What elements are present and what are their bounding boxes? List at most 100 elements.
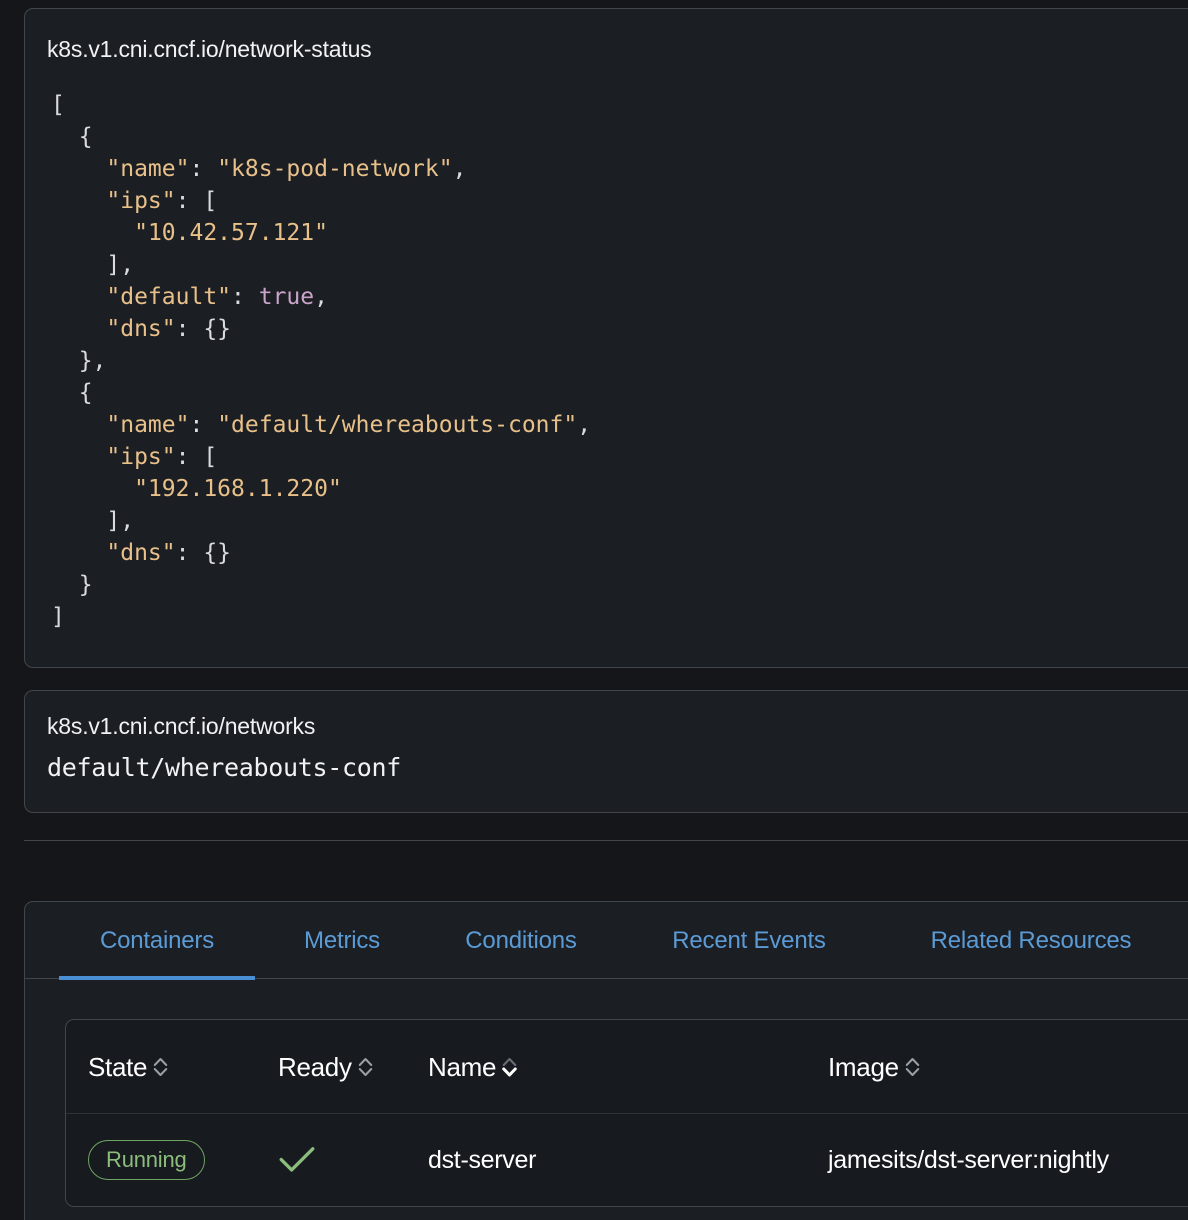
chevron-up-icon xyxy=(153,1058,168,1066)
json-token-punct: : {} xyxy=(175,316,232,342)
json-token-str: "k8s-pod-network" xyxy=(217,156,453,182)
tab-conditions[interactable]: Conditions xyxy=(429,902,613,979)
detail-tabs-card: Containers Metrics Conditions Recent Events… xyxy=(24,901,1188,1220)
chevron-down-icon xyxy=(502,1067,517,1077)
json-token-str: "10.42.57.121" xyxy=(134,220,328,246)
annotation-card-network-status: k8s.v1.cni.cncf.io/network-status [ { "n… xyxy=(24,8,1188,668)
json-line: { xyxy=(51,377,591,409)
json-token-bool: true xyxy=(258,284,315,310)
json-token-punct: : [ xyxy=(175,188,218,214)
json-token-key: "default" xyxy=(106,284,232,310)
chevron-down-icon xyxy=(153,1068,168,1076)
json-line: { xyxy=(51,121,591,153)
annotation-key-network-status: k8s.v1.cni.cncf.io/network-status xyxy=(47,36,372,62)
tab-label: Conditions xyxy=(465,926,577,954)
json-token-punct: , xyxy=(452,156,467,182)
json-token-punct: } xyxy=(78,572,93,598)
json-token-key: "dns" xyxy=(106,540,176,566)
json-line: "name": "k8s-pod-network", xyxy=(51,153,591,185)
json-token-punct: { xyxy=(78,380,93,406)
column-header-label: State xyxy=(88,1051,148,1082)
cell-state: Running xyxy=(88,1114,268,1206)
annotation-card-networks: k8s.v1.cni.cncf.io/networks default/wher… xyxy=(24,690,1188,813)
json-token-punct: }, xyxy=(78,348,107,374)
containers-table-card: State Ready Name Image Running dst-server jam… xyxy=(65,1019,1188,1207)
tab-label: Metrics xyxy=(304,926,380,954)
json-token-punct: : xyxy=(189,156,218,182)
sort-chevrons-icon[interactable] xyxy=(905,1054,920,1080)
json-token-punct: : xyxy=(231,284,259,310)
tab-label: Recent Events xyxy=(672,926,826,954)
column-header-label: Name xyxy=(428,1051,497,1082)
column-header-name[interactable]: Name xyxy=(428,1020,628,1114)
tab-bar: Containers Metrics Conditions Recent Events… xyxy=(25,902,1188,980)
annotation-value-network-status-json: [ { "name": "k8s-pod-network", "ips": [ … xyxy=(51,89,591,633)
json-token-punct: ], xyxy=(106,252,135,278)
json-token-punct: ], xyxy=(106,508,135,534)
column-header-image[interactable]: Image xyxy=(828,1020,1148,1114)
json-line: ], xyxy=(51,505,591,537)
sort-chevrons-icon[interactable] xyxy=(358,1054,373,1080)
json-token-key: "dns" xyxy=(106,316,176,342)
pod-detail-page: k8s.v1.cni.cncf.io/network-status [ { "n… xyxy=(0,0,1188,1220)
json-token-str: "default/whereabouts-conf" xyxy=(217,412,578,438)
json-token-punct: [ xyxy=(51,92,65,118)
json-line: }, xyxy=(51,345,591,377)
json-line: "10.42.57.121" xyxy=(51,217,591,249)
chevron-down-icon xyxy=(358,1068,372,1076)
json-token-punct: : {} xyxy=(175,540,232,566)
annotation-value-networks: default/whereabouts-conf xyxy=(47,753,402,782)
chevron-down-icon xyxy=(905,1068,920,1076)
json-token-punct: { xyxy=(78,124,93,150)
table-row: Running dst-server jamesits/dst-server:nig… xyxy=(66,1114,1188,1206)
tab-metrics[interactable]: Metrics xyxy=(275,902,409,979)
chevron-up-icon xyxy=(358,1058,372,1066)
check-icon xyxy=(278,1145,316,1175)
sort-chevrons-icon[interactable] xyxy=(153,1054,168,1080)
section-divider xyxy=(24,840,1188,841)
json-token-key: "ips" xyxy=(106,444,176,470)
json-line: "ips": [ xyxy=(51,441,591,473)
json-token-key: "name" xyxy=(106,412,190,438)
cell-image: jamesits/dst-server:nightly xyxy=(828,1145,1109,1174)
column-header-state[interactable]: State xyxy=(88,1020,268,1114)
annotation-key-networks: k8s.v1.cni.cncf.io/networks xyxy=(47,713,316,739)
json-token-punct: : xyxy=(189,412,218,438)
json-line: "dns": {} xyxy=(51,313,591,345)
tab-containers[interactable]: Containers xyxy=(59,902,255,980)
tab-label: Related Resources xyxy=(930,926,1132,954)
chevron-up-icon xyxy=(502,1058,517,1066)
json-line: "dns": {} xyxy=(51,537,591,569)
sort-chevrons-icon[interactable] xyxy=(502,1054,517,1080)
json-line: ], xyxy=(51,249,591,281)
tab-label: Containers xyxy=(99,926,215,954)
tab-related-resources[interactable]: Related Resources xyxy=(885,902,1177,979)
json-token-punct: , xyxy=(577,412,592,438)
json-line: ] xyxy=(51,601,591,633)
json-token-punct: , xyxy=(314,284,328,310)
column-header-label: Image xyxy=(828,1051,899,1082)
json-token-punct: : [ xyxy=(175,444,218,470)
json-line: "name": "default/whereabouts-conf", xyxy=(51,409,591,441)
json-line: [ xyxy=(51,89,591,121)
json-token-key: "ips" xyxy=(106,188,176,214)
cell-name: dst-server xyxy=(428,1145,537,1174)
tab-recent-events[interactable]: Recent Events xyxy=(633,902,865,979)
table-header-row: State Ready Name Image xyxy=(66,1020,1188,1114)
status-badge: Running xyxy=(88,1140,205,1180)
